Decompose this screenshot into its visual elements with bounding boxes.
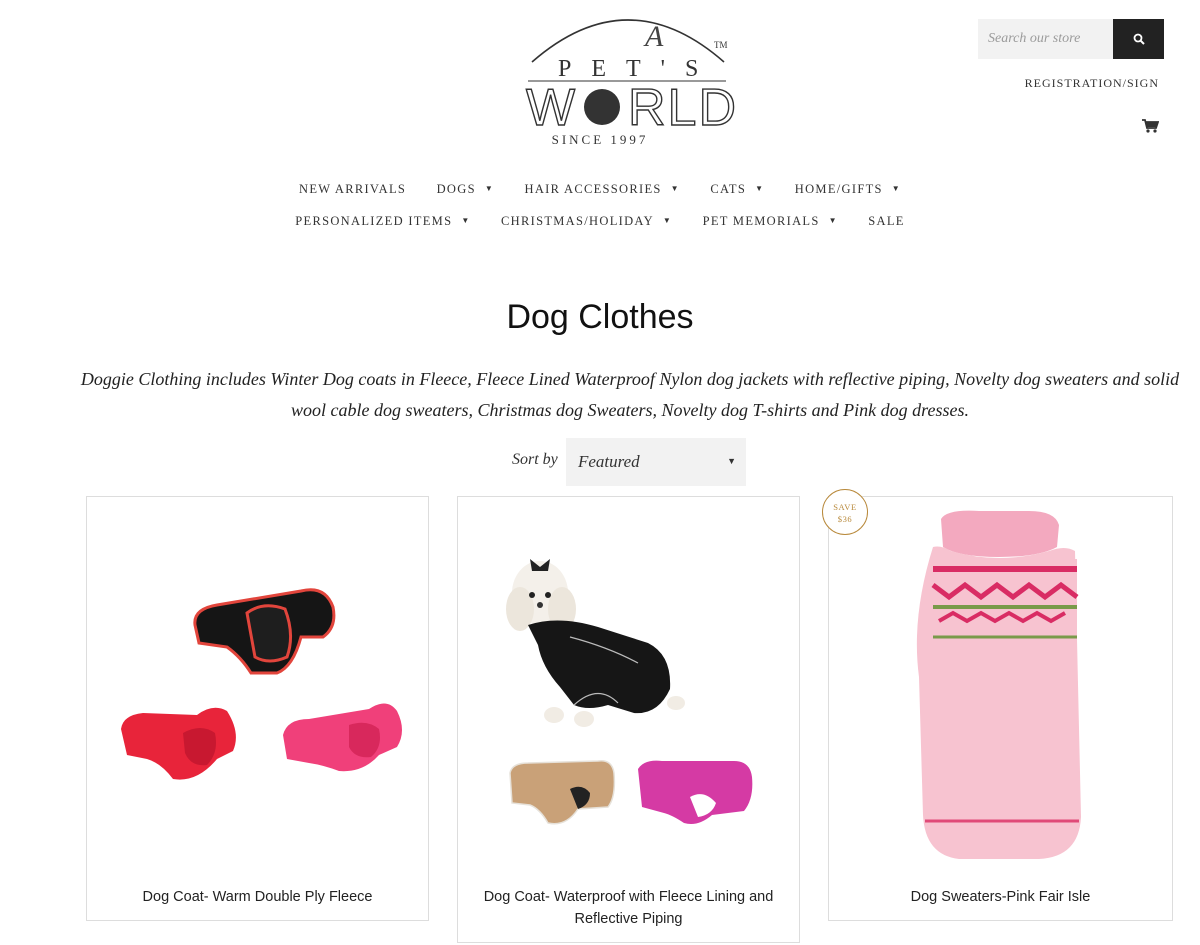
nav-hair-accessories[interactable]: HAIR ACCESSORIES ▼ xyxy=(525,182,680,197)
svg-text:TM: TM xyxy=(714,40,728,50)
main-nav-row-1: NEW ARRIVALS DOGS ▼ HAIR ACCESSORIES ▼ CAT… xyxy=(0,182,1200,197)
product-card[interactable]: Dog Coat- Warm Double Ply Fleece xyxy=(86,496,429,921)
cart-button[interactable] xyxy=(1141,118,1160,134)
nav-christmas-holiday[interactable]: CHRISTMAS/HOLIDAY ▼ xyxy=(501,214,672,229)
page-title: Dog Clothes xyxy=(506,298,694,336)
nav-home-gifts[interactable]: HOME/GIFTS ▼ xyxy=(795,182,901,197)
caret-down-icon: ▼ xyxy=(461,216,471,225)
svg-text:A: A xyxy=(643,20,664,53)
nav-new-arrivals[interactable]: NEW ARRIVALS xyxy=(299,182,406,197)
nav-pet-memorials[interactable]: PET MEMORIALS ▼ xyxy=(703,214,838,229)
collection-description: Doggie Clothing includes Winter Dog coat… xyxy=(80,369,1180,420)
product-card[interactable]: Dog Sweaters-Pink Fair Isle xyxy=(828,496,1173,921)
svg-text:W: W xyxy=(526,79,577,133)
search-icon xyxy=(1133,33,1145,45)
main-nav-row-2: PERSONALIZED ITEMS ▼ CHRISTMAS/HOLIDAY ▼ P… xyxy=(0,214,1200,229)
nav-personalized-items[interactable]: PERSONALIZED ITEMS ▼ xyxy=(295,214,470,229)
nav-cats[interactable]: CATS ▼ xyxy=(710,182,764,197)
product-image xyxy=(829,497,1172,872)
search-input[interactable] xyxy=(978,19,1113,59)
caret-down-icon: ▼ xyxy=(670,184,680,193)
chevron-down-icon: ▼ xyxy=(727,456,736,466)
product-card[interactable]: Dog Coat- Waterproof with Fleece Lining … xyxy=(457,496,800,943)
svg-text:RLD: RLD xyxy=(628,79,738,133)
nav-sale[interactable]: SALE xyxy=(868,214,904,229)
product-title[interactable]: Dog Coat- Waterproof with Fleece Lining … xyxy=(470,886,787,930)
caret-down-icon: ▼ xyxy=(828,216,838,225)
since-tagline: SINCE 1997 xyxy=(551,132,649,147)
sort-label: Sort by xyxy=(512,451,558,468)
sort-selected-value: Featured xyxy=(578,452,640,471)
caret-down-icon: ▼ xyxy=(891,184,901,193)
product-title[interactable]: Dog Coat- Warm Double Ply Fleece xyxy=(99,886,416,908)
caret-down-icon: ▼ xyxy=(484,184,495,193)
product-image xyxy=(87,497,428,832)
cart-icon xyxy=(1142,119,1160,133)
logo-graphic: A TM PET'S W RLD xyxy=(525,19,738,133)
caret-down-icon: ▼ xyxy=(662,216,673,225)
sort-select[interactable]: Featured ▼ xyxy=(566,438,746,486)
caret-down-icon: ▼ xyxy=(755,184,765,193)
search-bar[interactable] xyxy=(978,19,1164,59)
search-button[interactable] xyxy=(1113,19,1164,59)
registration-link[interactable]: REGISTRATION/SIGN xyxy=(1025,76,1159,91)
save-badge: SAVE $36 xyxy=(822,489,868,535)
nav-dogs[interactable]: DOGS ▼ xyxy=(437,182,494,197)
product-image xyxy=(458,497,799,842)
product-title[interactable]: Dog Sweaters-Pink Fair Isle xyxy=(841,886,1160,908)
